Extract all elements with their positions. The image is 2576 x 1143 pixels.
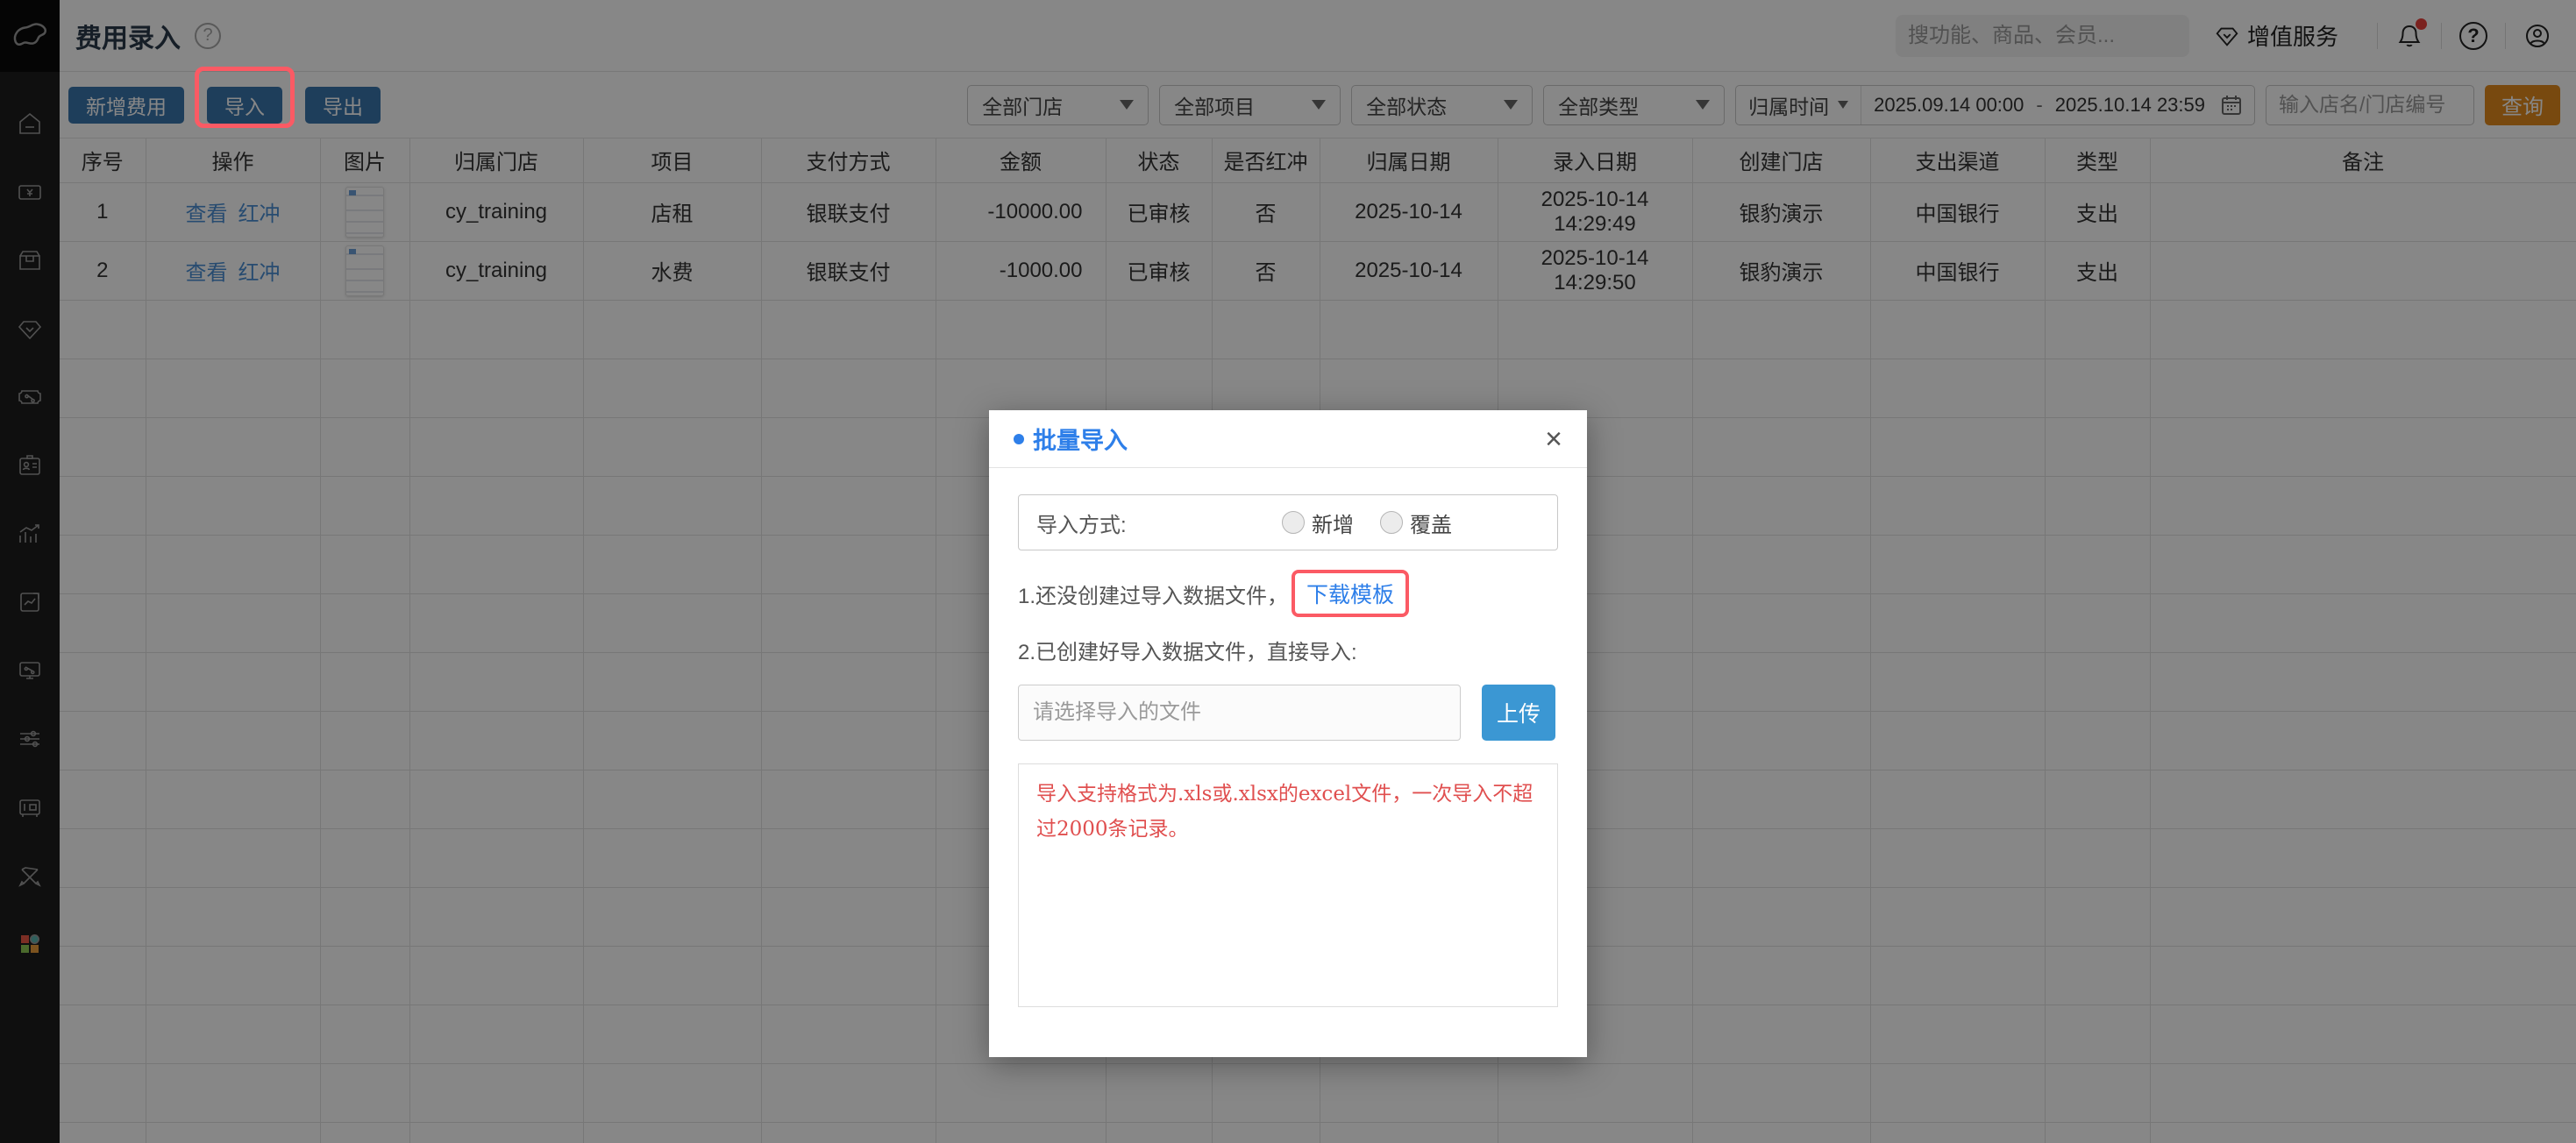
file-select-input[interactable] — [1018, 685, 1461, 741]
step2-line: 2.已创建好导入数据文件，直接导入: — [1018, 635, 1558, 665]
modal-header: 批量导入 × — [989, 410, 1587, 468]
import-mode-radios: 新增 覆盖 — [1282, 508, 1452, 538]
import-mode-box: 导入方式: 新增 覆盖 — [1018, 494, 1558, 550]
step1-text: 1.还没创建过导入数据文件， — [1018, 579, 1288, 609]
radio-overwrite[interactable]: 覆盖 — [1380, 508, 1452, 538]
radio-circle-icon[interactable] — [1380, 511, 1403, 534]
radio-add-label: 新增 — [1312, 508, 1354, 538]
radio-add[interactable]: 新增 — [1282, 508, 1354, 538]
format-note-box: 导入支持格式为.xls或.xlsx的excel文件，一次导入不超过2000条记录… — [1018, 763, 1558, 1007]
file-select-row: 上传 — [1018, 685, 1558, 741]
batch-import-modal: 批量导入 × 导入方式: 新增 覆盖 1.还没创建过导入数据文件， 下载模板 — [989, 410, 1587, 1057]
highlight-download-template: 下载模板 — [1292, 570, 1409, 617]
upload-button[interactable]: 上传 — [1482, 685, 1555, 741]
title-dot-icon — [1014, 434, 1024, 444]
step1-line: 1.还没创建过导入数据文件， 下载模板 — [1018, 570, 1558, 617]
modal-title: 批量导入 — [1033, 422, 1128, 456]
step2-text: 2.已创建好导入数据文件，直接导入: — [1018, 635, 1357, 665]
radio-overwrite-label: 覆盖 — [1410, 508, 1452, 538]
import-mode-label: 导入方式: — [1036, 508, 1127, 538]
modal-body: 导入方式: 新增 覆盖 1.还没创建过导入数据文件， 下载模板 2.已创建好导入… — [989, 468, 1587, 1007]
radio-circle-icon[interactable] — [1282, 511, 1305, 534]
format-note-text: 导入支持格式为.xls或.xlsx的excel文件，一次导入不超过2000条记录… — [1036, 783, 1533, 841]
download-template-link[interactable]: 下载模板 — [1306, 583, 1394, 607]
modal-title-wrap: 批量导入 — [1014, 422, 1128, 456]
close-icon[interactable]: × — [1545, 424, 1562, 454]
